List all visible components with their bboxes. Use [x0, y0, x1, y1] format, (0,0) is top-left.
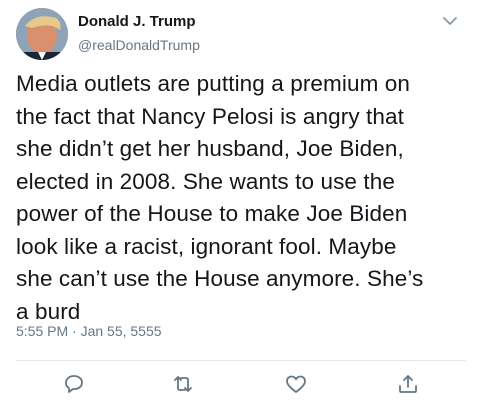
display-name[interactable]: Donald J. Trump — [78, 13, 196, 30]
tweet-timestamp[interactable]: 5:55 PM · Jan 55, 5555 — [16, 323, 162, 339]
tweet-text: Media outlets are putting a premium on t… — [16, 71, 424, 324]
avatar[interactable] — [16, 8, 68, 60]
share-icon[interactable] — [396, 372, 420, 396]
retweet-icon[interactable] — [171, 372, 195, 396]
divider — [16, 360, 466, 361]
chevron-down-icon[interactable] — [442, 14, 458, 26]
like-icon[interactable] — [284, 372, 308, 396]
user-handle[interactable]: @realDonaldTrump — [78, 37, 200, 53]
reply-icon[interactable] — [62, 372, 86, 396]
